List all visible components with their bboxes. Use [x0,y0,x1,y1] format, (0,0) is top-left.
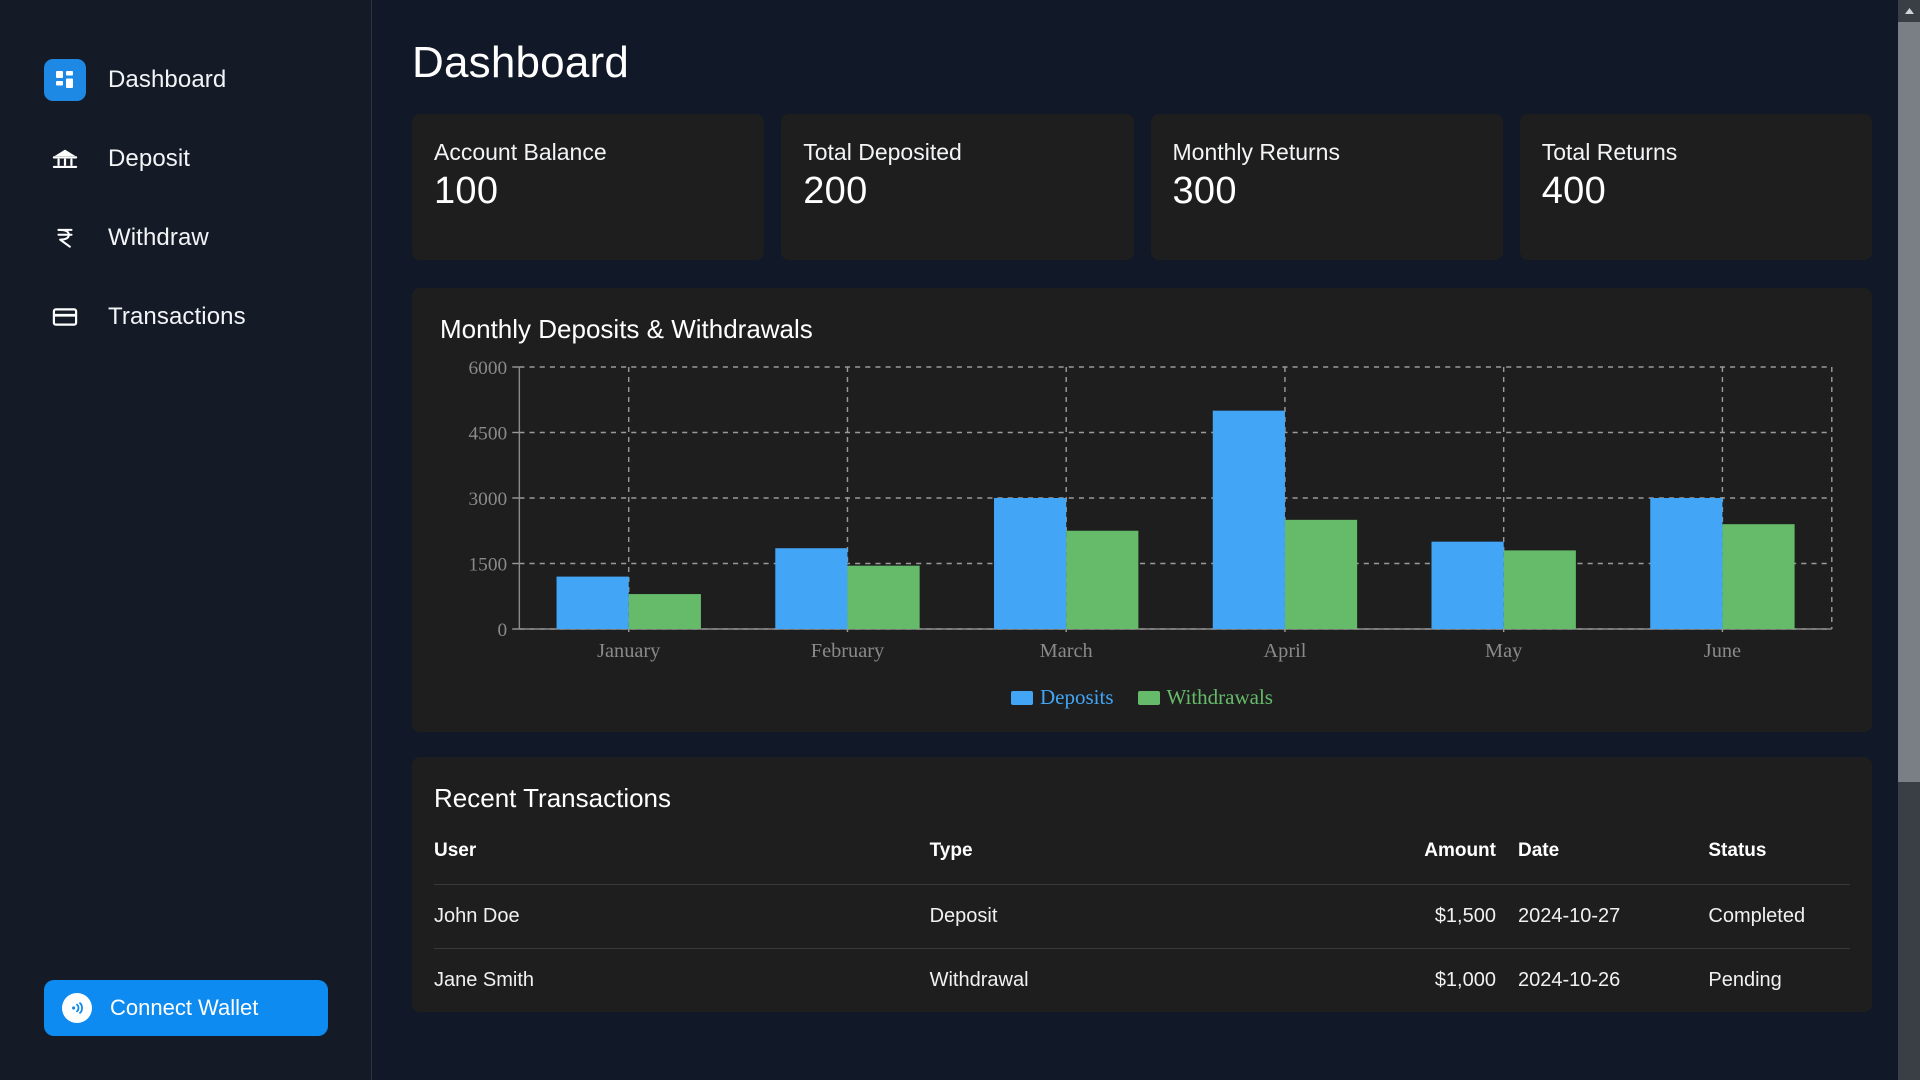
connect-wallet-button[interactable]: Connect Wallet [44,980,328,1036]
bar-chart-svg: 0 1500 3000 4500 6000 January February March Apr… [440,359,1844,679]
column-header-amount: Amount [1312,840,1496,885]
column-header-status: Status [1708,840,1850,885]
sidebar-item-transactions[interactable]: Transactions [0,277,371,356]
sidebar-item-label: Transactions [108,303,246,331]
svg-text:0: 0 [497,620,507,641]
sidebar: Dashboard Deposit [0,0,372,1080]
cell-date: 2024-10-27 [1496,885,1708,949]
svg-text:May: May [1485,640,1522,662]
app-root: Dashboard Deposit [0,0,1920,1080]
chart-legend: Deposits Withdrawals [440,685,1844,710]
column-header-date: Date [1496,840,1708,885]
bar-chart: 0 1500 3000 4500 6000 January February March Apr… [440,359,1844,679]
column-header-type: Type [930,840,1312,885]
svg-text:4500: 4500 [469,424,508,445]
connect-wallet-label: Connect Wallet [110,995,258,1021]
sidebar-item-label: Deposit [108,145,190,173]
cell-type: Deposit [930,885,1312,949]
cell-amount: $1,500 [1312,885,1496,949]
legend-swatch [1138,691,1160,705]
svg-text:1500: 1500 [469,555,508,576]
cell-user: John Doe [434,885,930,949]
wallet-section: Connect Wallet [0,980,371,1036]
svg-text:February: February [811,640,884,662]
legend-item-deposits[interactable]: Deposits [1011,685,1114,710]
svg-text:June: June [1704,640,1741,662]
stat-label: Account Balance [434,139,742,166]
svg-text:March: March [1040,640,1093,662]
sidebar-nav: Dashboard Deposit [0,30,371,356]
sidebar-item-label: Dashboard [108,66,226,94]
sidebar-item-deposit[interactable]: Deposit [0,119,371,198]
scroll-up-arrow-icon[interactable] [1898,0,1920,22]
cell-type: Withdrawal [930,949,1312,1013]
legend-item-withdrawals[interactable]: Withdrawals [1138,685,1273,710]
stat-value: 300 [1173,170,1481,213]
svg-text:6000: 6000 [469,359,508,379]
legend-label: Deposits [1040,685,1114,710]
table-header: User Type Amount Date Status [434,840,1850,885]
stat-label: Monthly Returns [1173,139,1481,166]
wallet-signal-icon [62,993,92,1023]
stat-label: Total Returns [1542,139,1850,166]
main-content: Dashboard Account Balance 100 Total Depo… [372,0,1920,1080]
stat-card-account-balance: Account Balance 100 [412,114,764,260]
scrollbar-thumb[interactable] [1898,22,1920,782]
cell-user: Jane Smith [434,949,930,1013]
stat-cards: Account Balance 100 Total Deposited 200 … [412,114,1872,260]
sidebar-item-withdraw[interactable]: Withdraw [0,198,371,277]
credit-card-icon [44,296,86,338]
svg-text:3000: 3000 [469,489,508,510]
svg-text:January: January [597,640,660,662]
bank-icon [44,138,86,180]
stat-value: 200 [803,170,1111,213]
dashboard-grid-icon [44,59,86,101]
table-row[interactable]: Jane Smith Withdrawal $1,000 2024-10-26 … [434,949,1850,1013]
chart-panel: Monthly Deposits & Withdrawals 0 1500 3000… [412,288,1872,732]
page-scrollbar[interactable] [1898,0,1920,1080]
stat-label: Total Deposited [803,139,1111,166]
cell-status: Completed [1708,885,1850,949]
cell-amount: $1,000 [1312,949,1496,1013]
transactions-title: Recent Transactions [434,783,1850,814]
table-body: John Doe Deposit $1,500 2024-10-27 Compl… [434,885,1850,1013]
table-header-row: User Type Amount Date Status [434,840,1850,885]
svg-text:April: April [1263,640,1306,662]
rupee-icon [44,217,86,259]
cell-status: Pending [1708,949,1850,1013]
legend-label: Withdrawals [1167,685,1273,710]
stat-card-monthly-returns: Monthly Returns 300 [1151,114,1503,260]
sidebar-item-dashboard[interactable]: Dashboard [0,40,371,119]
sidebar-item-label: Withdraw [108,224,209,252]
chart-title: Monthly Deposits & Withdrawals [440,314,1844,345]
stat-card-total-deposited: Total Deposited 200 [781,114,1133,260]
cell-date: 2024-10-26 [1496,949,1708,1013]
page-title: Dashboard [412,38,1872,88]
transactions-table: User Type Amount Date Status John Doe De… [434,840,1850,1012]
table-row[interactable]: John Doe Deposit $1,500 2024-10-27 Compl… [434,885,1850,949]
column-header-user: User [434,840,930,885]
stat-value: 400 [1542,170,1850,213]
transactions-panel: Recent Transactions User Type Amount Dat… [412,757,1872,1012]
stat-card-total-returns: Total Returns 400 [1520,114,1872,260]
stat-value: 100 [434,170,742,213]
legend-swatch [1011,691,1033,705]
